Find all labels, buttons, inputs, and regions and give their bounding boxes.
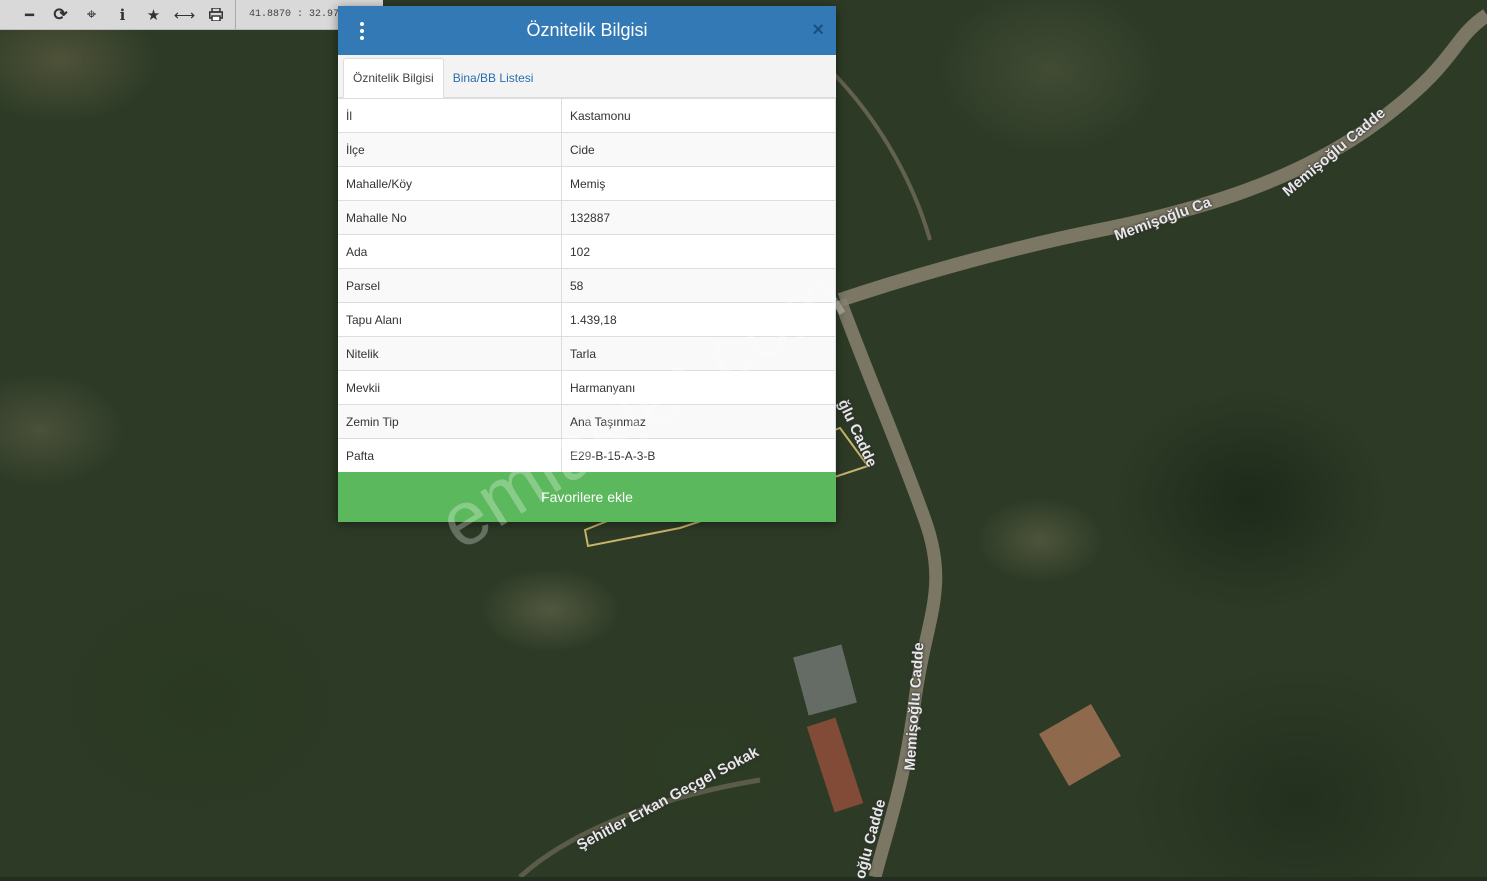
print-icon <box>208 8 223 21</box>
tab-building-list[interactable]: Bina/BB Listesi <box>444 59 543 97</box>
attribute-key: Mahalle No <box>338 200 562 235</box>
attribute-key: Pafta <box>338 438 562 472</box>
table-row: Parsel 58 <box>338 268 836 303</box>
refresh-icon: ⟳ <box>53 4 68 24</box>
table-row: Mevkii Harmanyanı <box>338 370 836 405</box>
add-favorite-button[interactable]: Favorilere ekle <box>338 472 836 522</box>
attribute-value: Memiş <box>561 166 836 201</box>
refresh-button[interactable]: ⟳ <box>45 0 76 29</box>
locate-button[interactable]: ⌖ <box>76 0 107 29</box>
dialog-header: Öznitelik Bilgisi × <box>338 6 836 55</box>
menu-button[interactable] <box>356 20 368 42</box>
attribute-value: 132887 <box>561 200 836 235</box>
dialog-title: Öznitelik Bilgisi <box>526 20 648 40</box>
info-icon: i <box>119 5 126 24</box>
table-row: Ada 102 <box>338 234 836 269</box>
zoom-out-icon: ━ <box>24 6 35 24</box>
attribute-value: 58 <box>561 268 836 303</box>
attribute-key: Zemin Tip <box>338 404 562 439</box>
measure-icon: ⟷ <box>173 6 196 24</box>
close-icon: × <box>812 19 824 41</box>
attribute-key: İlçe <box>338 132 562 167</box>
coordinate-readout: 41.8870 : 32.9734 <box>249 9 352 20</box>
crosshair-icon: ⌖ <box>86 4 97 24</box>
attribute-key: Parsel <box>338 268 562 303</box>
attribute-value: Cide <box>561 132 836 167</box>
attribute-value: Kastamonu <box>561 98 836 133</box>
attribute-value: Ana Taşınmaz <box>561 404 836 439</box>
attribute-value: 102 <box>561 234 836 269</box>
table-row: Mahalle/Köy Memiş <box>338 166 836 201</box>
attribute-value: Tarla <box>561 336 836 371</box>
info-button[interactable]: i <box>107 0 138 29</box>
attribute-dialog: Öznitelik Bilgisi × Öznitelik Bilgisi Bi… <box>338 6 836 522</box>
tab-attribute-info[interactable]: Öznitelik Bilgisi <box>343 58 444 98</box>
table-row: Zemin Tip Ana Taşınmaz <box>338 404 836 439</box>
attribute-value: Harmanyanı <box>561 370 836 405</box>
attribute-table: İl Kastamonu İlçe Cide Mahalle/Köy Memiş Mahal… <box>338 98 836 472</box>
close-button[interactable]: × <box>812 18 824 42</box>
attribute-value: 1.439,18 <box>561 302 836 337</box>
attribute-value: E29-B-15-A-3-B <box>561 438 836 472</box>
table-row: İlçe Cide <box>338 132 836 167</box>
attribute-key: Mahalle/Köy <box>338 166 562 201</box>
favorites-button[interactable]: ★ <box>138 0 169 29</box>
table-row: Mahalle No 132887 <box>338 200 836 235</box>
table-row: Pafta E29-B-15-A-3-B <box>338 438 836 472</box>
zoom-out-button[interactable]: ━ <box>14 0 45 29</box>
attribute-key: Tapu Alanı <box>338 302 562 337</box>
star-icon: ★ <box>146 6 161 24</box>
table-row: İl Kastamonu <box>338 98 836 133</box>
print-button[interactable] <box>200 0 231 29</box>
dialog-tabs: Öznitelik Bilgisi Bina/BB Listesi <box>338 55 836 98</box>
attribute-key: Ada <box>338 234 562 269</box>
table-row: Tapu Alanı 1.439,18 <box>338 302 836 337</box>
measure-button[interactable]: ⟷ <box>169 0 200 29</box>
attribute-key: Nitelik <box>338 336 562 371</box>
map-toolbar: ━ ⟳ ⌖ i ★ ⟷ 41.8870 : 32.9734 <box>0 0 383 30</box>
attribute-key: İl <box>338 98 562 133</box>
table-row: Nitelik Tarla <box>338 336 836 371</box>
attribute-key: Mevkii <box>338 370 562 405</box>
